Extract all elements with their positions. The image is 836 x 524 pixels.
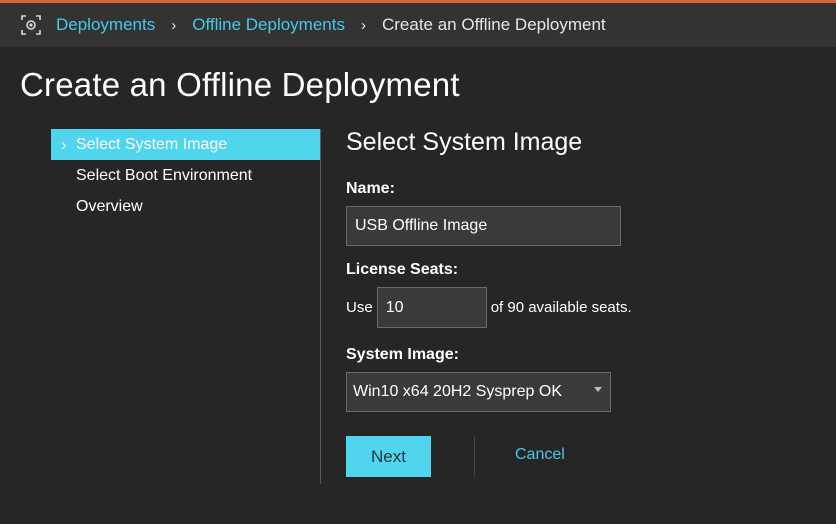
nav-item-overview[interactable]: Overview xyxy=(51,191,321,222)
license-seats-label: License Seats: xyxy=(346,261,459,278)
system-image-select[interactable]: Win10 x64 20H2 Sysprep OK xyxy=(346,372,611,412)
cancel-button[interactable]: Cancel xyxy=(515,446,565,464)
name-label: Name: xyxy=(346,180,395,197)
wizard-steps-nav: Select System Image Select Boot Environm… xyxy=(51,129,321,222)
seats-input[interactable] xyxy=(376,287,487,328)
nav-item-select-system-image[interactable]: Select System Image xyxy=(51,129,321,160)
nav-item-select-boot-environment[interactable]: Select Boot Environment xyxy=(51,160,321,191)
breadcrumb: Deployments › Offline Deployments › Crea… xyxy=(0,3,836,47)
next-button[interactable]: Next xyxy=(346,436,431,477)
license-seats-row: Use of 90 available seats. xyxy=(346,287,632,328)
section-title: Select System Image xyxy=(346,128,583,156)
deployment-icon[interactable] xyxy=(20,14,42,36)
name-input[interactable] xyxy=(346,206,621,246)
breadcrumb-deployments-link[interactable]: Deployments xyxy=(56,15,155,35)
seats-prefix: Use xyxy=(346,299,373,316)
breadcrumb-separator: › xyxy=(171,16,177,34)
vertical-divider xyxy=(320,129,321,484)
breadcrumb-separator: › xyxy=(360,16,366,34)
breadcrumb-offline-deployments-link[interactable]: Offline Deployments xyxy=(192,15,345,35)
button-divider xyxy=(474,436,475,477)
seats-suffix: of 90 available seats. xyxy=(490,299,632,316)
form-panel: Select System Image Name: License Seats:… xyxy=(346,128,632,477)
page-title: Create an Offline Deployment xyxy=(20,66,460,103)
chevron-down-icon xyxy=(594,387,602,392)
breadcrumb-current: Create an Offline Deployment xyxy=(381,15,606,34)
system-image-label: System Image: xyxy=(346,346,459,363)
system-image-value: Win10 x64 20H2 Sysprep OK xyxy=(353,383,562,400)
